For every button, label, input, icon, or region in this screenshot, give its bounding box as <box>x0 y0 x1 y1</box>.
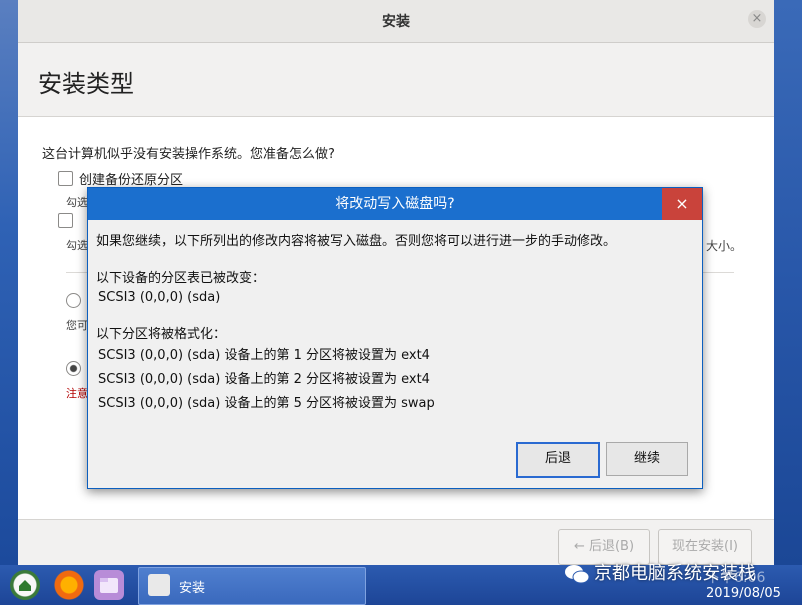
backup-checkbox[interactable] <box>58 171 73 186</box>
wechat-icon <box>564 563 590 585</box>
radio-button-1[interactable] <box>66 293 81 308</box>
clock-time: 下午6:06 <box>706 570 766 586</box>
backup-option-label: 创建备份还原分区 <box>79 173 184 188</box>
home-icon[interactable] <box>10 570 40 600</box>
format-line: SCSI3 (0,0,0) (sda) 设备上的第 1 分区将被设置为 ext4 <box>98 348 430 363</box>
installer-icon <box>148 574 170 596</box>
radio-option-1-desc: 您可 <box>66 319 88 332</box>
dialog-title: 将改动写入磁盘吗? <box>335 196 455 212</box>
radio-button-2[interactable] <box>66 361 81 376</box>
taskbar: 安装 京都电脑系统安装栈 下午6:06 2019/08/05 <box>0 563 802 605</box>
format-header: 以下分区将被格式化： <box>96 327 227 342</box>
dialog-back-button[interactable]: 后退 <box>516 442 600 478</box>
page-title: 安装类型 <box>38 70 134 98</box>
radio-option-2[interactable] <box>66 361 81 376</box>
backup-option[interactable]: 创建备份还原分区 <box>58 169 183 188</box>
option-description-overflow: 大小。 <box>706 239 743 253</box>
write-changes-dialog: 将改动写入磁盘吗? × 如果您继续，以下所列出的修改内容将被写入磁盘。否则您将可… <box>87 187 703 489</box>
window-title: 安装 <box>382 14 410 30</box>
radio-option-1[interactable] <box>66 293 81 308</box>
desktop-background-left <box>0 0 18 565</box>
option-description-2: 勾选 <box>66 239 88 252</box>
dialog-body: 如果您继续，以下所列出的修改内容将被写入磁盘。否则您将可以进行进一步的手动修改。… <box>96 232 616 416</box>
dialog-titlebar: 将改动写入磁盘吗? × <box>88 188 702 220</box>
taskbar-installer-task[interactable]: 安装 <box>138 567 366 605</box>
files-icon[interactable] <box>94 570 124 600</box>
warning-text: 注意 <box>66 387 88 400</box>
partition-table-device: SCSI3 (0,0,0) (sda) <box>98 290 221 305</box>
firefox-icon[interactable] <box>54 570 84 600</box>
second-option[interactable] <box>58 213 73 228</box>
clock-date: 2019/08/05 <box>706 586 781 601</box>
taskbar-task-label: 安装 <box>179 581 206 596</box>
dialog-close-icon[interactable]: × <box>662 188 702 220</box>
dialog-continue-button[interactable]: 继续 <box>606 442 688 476</box>
window-close-icon[interactable]: × <box>748 10 766 28</box>
install-question: 这台计算机似乎没有安装操作系统。您准备怎么做? <box>42 147 335 162</box>
partition-table-header: 以下设备的分区表已被改变： <box>96 271 266 286</box>
desktop-background-right <box>774 0 802 565</box>
dialog-intro: 如果您继续，以下所列出的修改内容将被写入磁盘。否则您将可以进行进一步的手动修改。 <box>96 234 617 249</box>
second-checkbox[interactable] <box>58 213 73 228</box>
option-description-1: 勾选 <box>66 196 88 209</box>
format-line: SCSI3 (0,0,0) (sda) 设备上的第 5 分区将被设置为 swap <box>98 396 435 411</box>
installer-titlebar: 安装 × <box>18 0 774 43</box>
format-line: SCSI3 (0,0,0) (sda) 设备上的第 2 分区将被设置为 ext4 <box>98 372 430 387</box>
